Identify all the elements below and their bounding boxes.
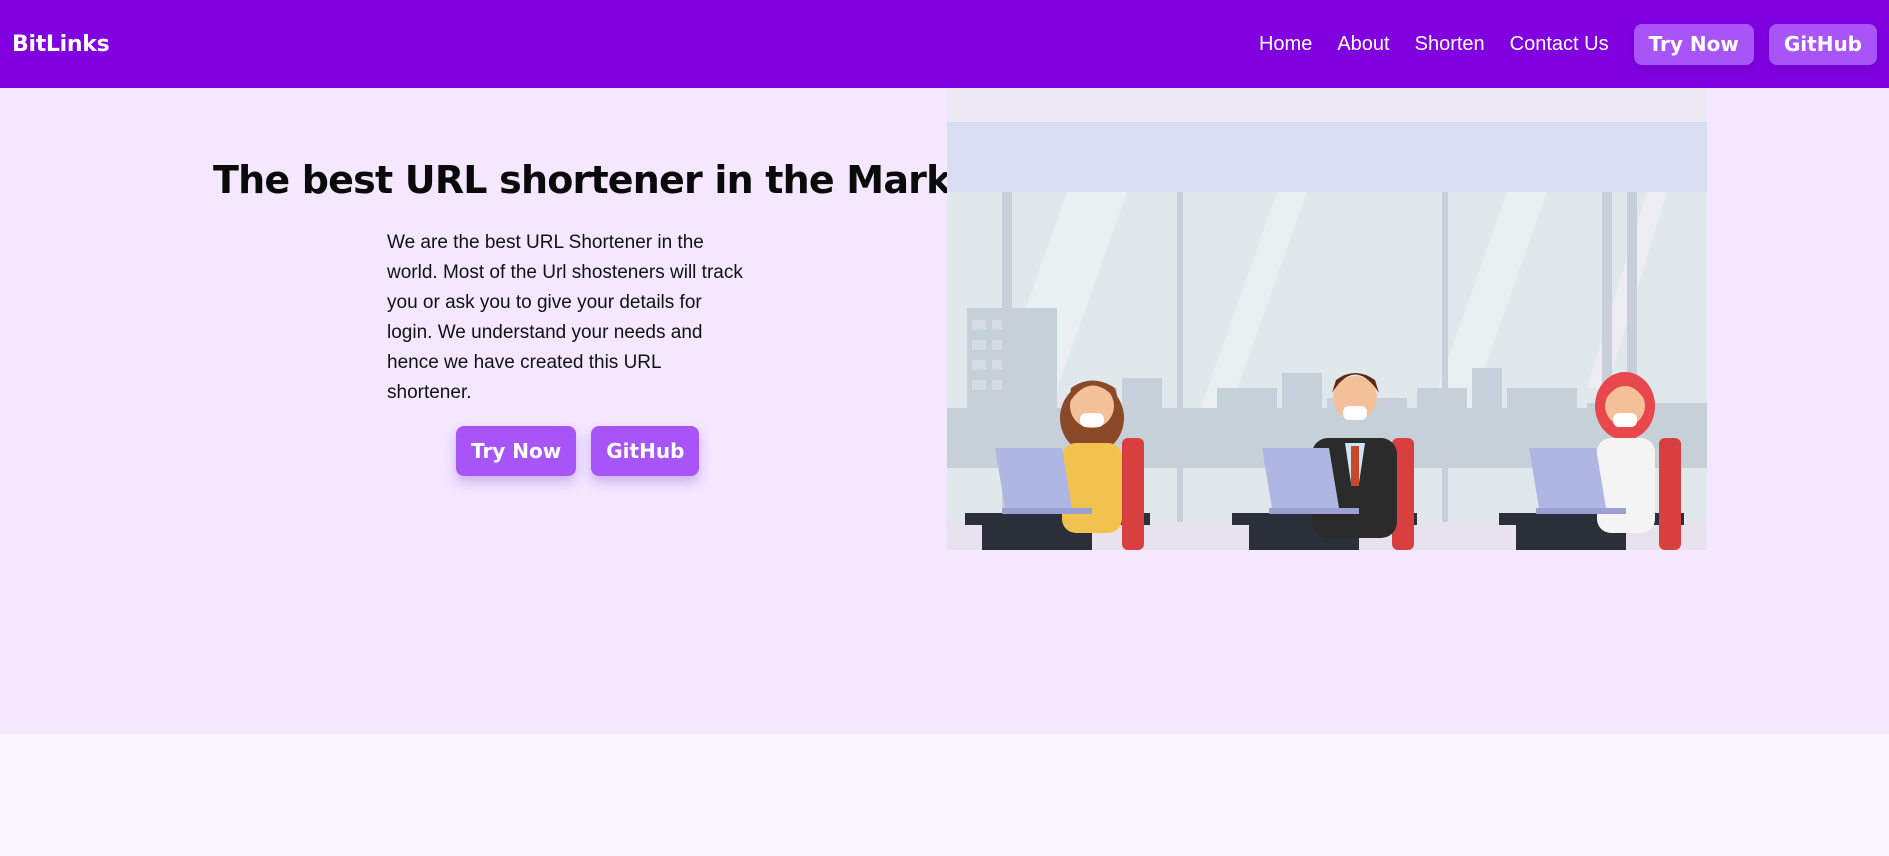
nav-link-shorten[interactable]: Shorten bbox=[1415, 33, 1485, 56]
nav-link-home[interactable]: Home bbox=[1259, 33, 1312, 56]
hero-buttons: Try Now GitHub bbox=[456, 426, 700, 476]
nav-link-contact[interactable]: Contact Us bbox=[1510, 33, 1609, 56]
brand-logo[interactable]: BitLinks bbox=[12, 32, 110, 57]
nav-github-button[interactable]: GitHub bbox=[1768, 23, 1877, 65]
nav-menu: Home About Shorten Contact Us Try Now Gi… bbox=[1234, 23, 1877, 65]
hero-github-button[interactable]: GitHub bbox=[591, 426, 700, 476]
nav-link-about[interactable]: About bbox=[1337, 33, 1389, 56]
hero-title: The best URL shortener in the Market bbox=[213, 158, 993, 202]
hero-description: We are the best URL Shortener in the wor… bbox=[387, 232, 743, 403]
hero-section: The best URL shortener in the Market We … bbox=[0, 88, 1889, 734]
hero-try-now-button[interactable]: Try Now bbox=[456, 426, 577, 476]
nav-try-now-button[interactable]: Try Now bbox=[1633, 23, 1754, 65]
page-footer-area bbox=[0, 734, 1889, 856]
office-illustration bbox=[947, 88, 1707, 550]
navbar: BitLinks Home About Shorten Contact Us T… bbox=[0, 0, 1889, 88]
